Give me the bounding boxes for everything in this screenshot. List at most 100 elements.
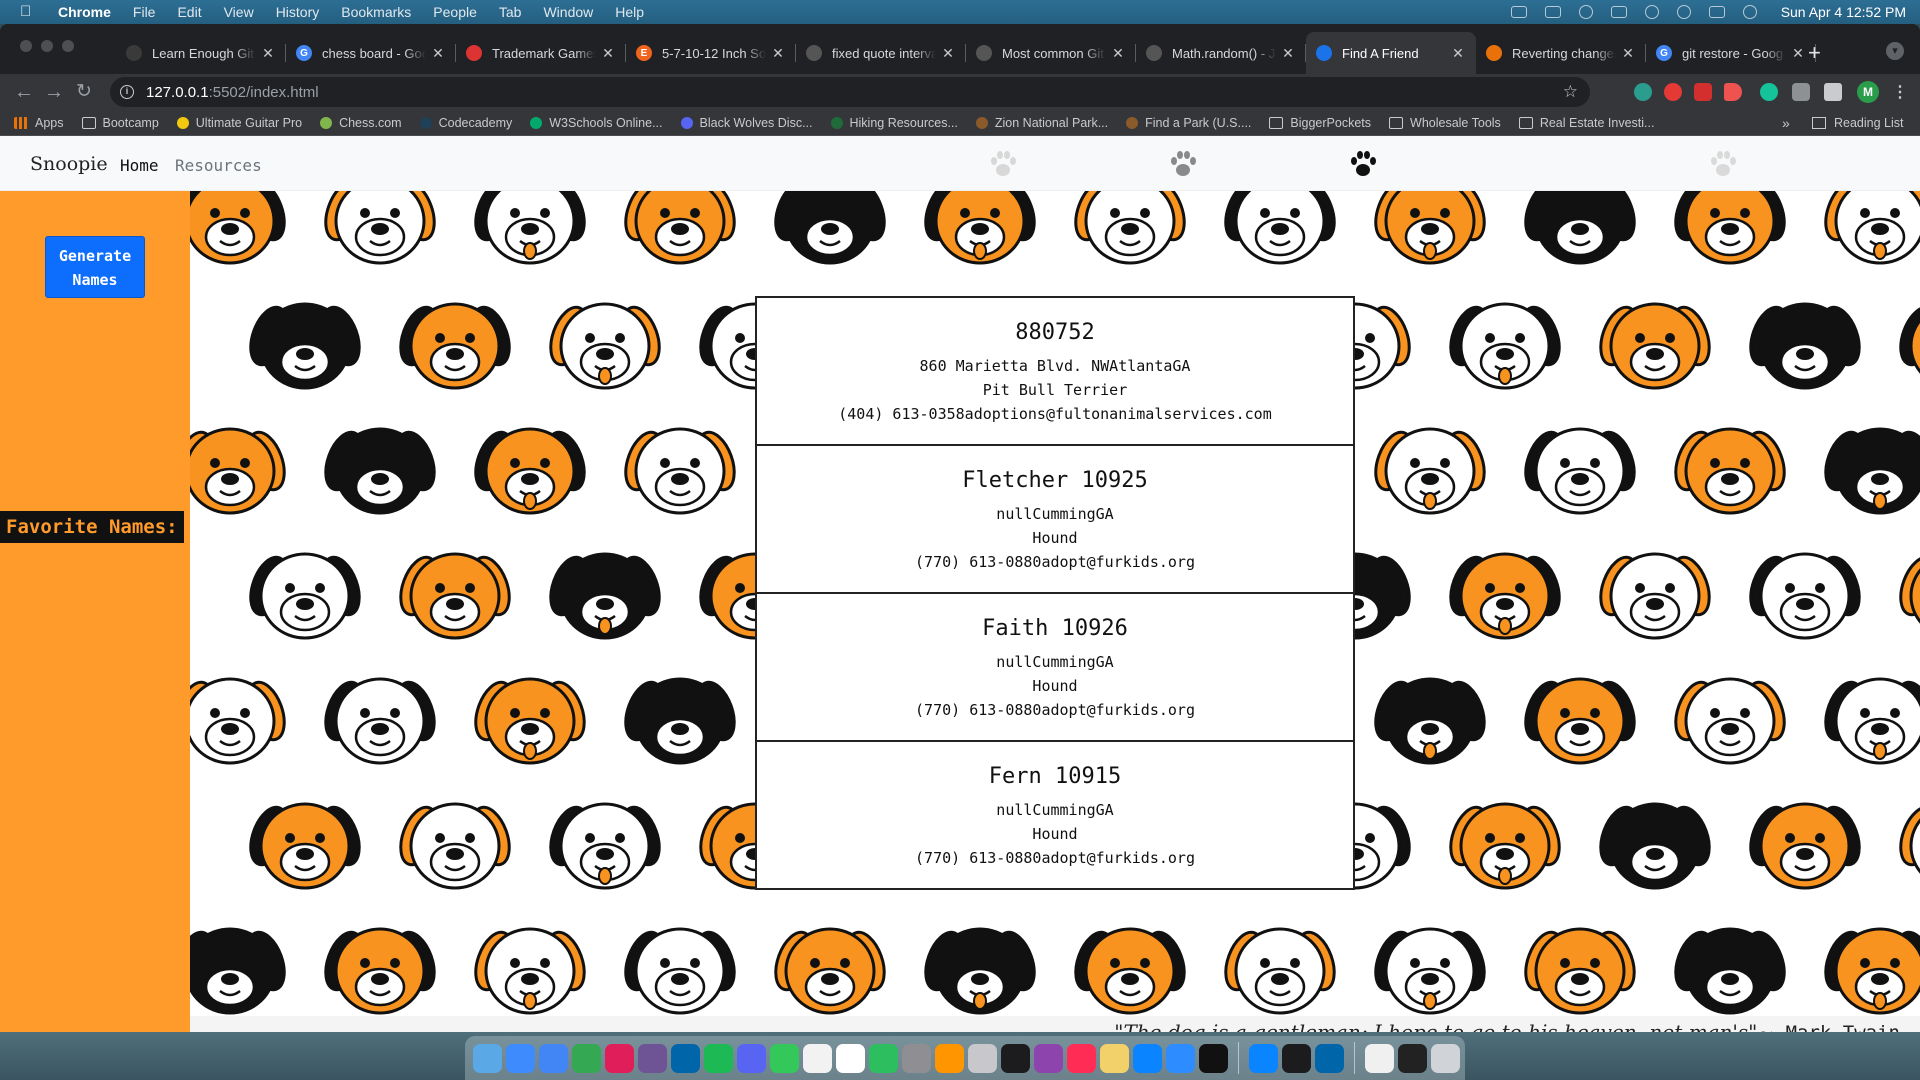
menu-history[interactable]: History — [276, 4, 320, 20]
close-tab-icon[interactable]: ✕ — [1620, 45, 1636, 62]
dock-app-icon[interactable] — [770, 1043, 799, 1073]
menu-help[interactable]: Help — [615, 4, 644, 20]
pet-contact[interactable]: (770) 613-0880adopt@furkids.org — [757, 846, 1353, 870]
bookmark-item[interactable]: Apps — [14, 116, 64, 130]
profile-avatar[interactable]: M — [1857, 81, 1879, 103]
address-bar[interactable]: i 127.0.0.1:5502/index.html ☆ — [110, 77, 1590, 107]
browser-tab[interactable]: Gchess board - Goo ✕ — [286, 32, 456, 74]
spotlight-search-icon[interactable] — [1676, 5, 1691, 19]
camera-status-icon[interactable] — [1510, 6, 1527, 18]
minimize-window-button[interactable] — [41, 40, 53, 52]
siri-icon[interactable] — [1742, 5, 1757, 19]
close-tab-icon[interactable]: ✕ — [430, 45, 446, 62]
bookmark-item[interactable]: Chess.com — [320, 116, 402, 130]
back-arrow-icon[interactable]: ← — [14, 82, 34, 102]
generate-names-button[interactable]: Generate Names — [45, 236, 145, 298]
play-status-icon[interactable] — [1578, 5, 1593, 19]
dock-app-icon[interactable] — [869, 1043, 898, 1073]
browser-tab[interactable]: Most common Git ✕ — [966, 32, 1136, 74]
dock-app-icon[interactable] — [506, 1043, 535, 1073]
address-url[interactable]: 127.0.0.1:5502/index.html — [146, 84, 319, 101]
extension-screenshot-icon[interactable] — [1792, 83, 1810, 101]
close-tab-icon[interactable]: ✕ — [600, 45, 616, 62]
bookmark-item[interactable]: Black Wolves Disc... — [680, 116, 813, 130]
chrome-menu-icon[interactable]: ⋮ — [1892, 82, 1908, 102]
close-tab-icon[interactable]: ✕ — [770, 45, 786, 62]
dock-app-icon[interactable] — [1034, 1043, 1063, 1073]
bookmark-star-icon[interactable]: ☆ — [1563, 82, 1578, 102]
minimized-window-icon[interactable] — [1398, 1043, 1427, 1073]
menu-window[interactable]: Window — [543, 4, 593, 20]
zoom-window-button[interactable] — [62, 40, 74, 52]
dock-app-icon[interactable] — [572, 1043, 601, 1073]
trash-icon[interactable] — [1431, 1043, 1460, 1073]
browser-tab[interactable]: Find A Friend ✕ — [1306, 32, 1476, 74]
pet-contact[interactable]: (404) 613-0358adoptions@fultonanimalserv… — [757, 402, 1353, 426]
close-window-button[interactable] — [20, 40, 32, 52]
menu-file[interactable]: File — [133, 4, 156, 20]
dock-app-icon[interactable] — [836, 1043, 865, 1073]
dock-app-icon[interactable] — [737, 1043, 766, 1073]
browser-tab[interactable]: Learn Enough Git to✕ — [116, 32, 286, 74]
dock-app-icon[interactable] — [902, 1043, 931, 1073]
dock-app-icon[interactable] — [935, 1043, 964, 1073]
close-tab-icon[interactable]: ✕ — [940, 45, 956, 62]
extension-todoist-icon[interactable] — [1694, 83, 1712, 101]
browser-tab[interactable]: Reverting changes ✕ — [1476, 32, 1646, 74]
browser-tab[interactable]: E 5-7-10-12 Inch Sol ✕ — [626, 32, 796, 74]
browser-tab[interactable]: fixed quote interva ✕ — [796, 32, 966, 74]
close-tab-icon[interactable]: ✕ — [1450, 45, 1466, 62]
menu-view[interactable]: View — [224, 4, 254, 20]
close-tab-icon[interactable]: ✕ — [260, 45, 276, 62]
dock-app-icon[interactable] — [1315, 1043, 1344, 1073]
apple-icon[interactable]:  — [20, 4, 36, 20]
menu-edit[interactable]: Edit — [177, 4, 201, 20]
dock-app-icon[interactable] — [968, 1043, 997, 1073]
dock-app-icon[interactable] — [638, 1043, 667, 1073]
document-stack-icon[interactable] — [1365, 1043, 1394, 1073]
nav-resources-link[interactable]: Resources — [175, 156, 262, 175]
menubar-clock[interactable]: Sun Apr 4 12:52 PM — [1781, 4, 1906, 20]
menu-tab[interactable]: Tab — [499, 4, 522, 20]
dock-app-icon[interactable] — [1100, 1043, 1129, 1073]
bookmark-item[interactable]: Find a Park (U.S.... — [1126, 116, 1251, 130]
dock-app-icon[interactable] — [605, 1043, 634, 1073]
battery-icon[interactable] — [1610, 6, 1627, 18]
wifi-icon[interactable] — [1644, 5, 1659, 19]
bookmark-item[interactable]: Bootcamp — [81, 116, 159, 130]
bookmark-item[interactable]: Wholesale Tools — [1389, 116, 1501, 130]
bookmark-item[interactable]: BiggerPockets — [1269, 116, 1371, 130]
reload-icon[interactable]: ↻ — [76, 82, 92, 102]
dock-app-icon[interactable] — [1067, 1043, 1096, 1073]
dock-app-icon[interactable] — [704, 1043, 733, 1073]
browser-tab[interactable]: Math.random() - Ja ✕ — [1136, 32, 1306, 74]
nav-home-link[interactable]: Home — [120, 156, 159, 175]
extension-grammarly-icon[interactable] — [1760, 83, 1778, 101]
bookmark-item[interactable]: W3Schools Online... — [530, 116, 663, 130]
bookmark-item[interactable]: Real Estate Investi... — [1518, 116, 1654, 130]
dock-app-icon[interactable] — [473, 1043, 502, 1073]
reading-list-button[interactable]: Reading List — [1812, 116, 1904, 130]
bookmark-item[interactable]: Codecademy — [419, 116, 512, 130]
dock-app-icon[interactable] — [803, 1043, 832, 1073]
menu-app-name[interactable]: Chrome — [58, 4, 111, 20]
extension-grammarly-badge-icon[interactable] — [1634, 83, 1652, 101]
site-brand[interactable]: Snoopie — [30, 153, 108, 175]
close-tab-icon[interactable]: ✕ — [1790, 45, 1806, 62]
dock-app-icon[interactable] — [1001, 1043, 1030, 1073]
browser-tab[interactable]: Ggit restore - Goog ✕ — [1646, 32, 1816, 74]
dock-app-icon[interactable] — [539, 1043, 568, 1073]
dock-app-icon[interactable] — [1166, 1043, 1195, 1073]
bookmark-item[interactable]: Ultimate Guitar Pro — [176, 116, 302, 130]
dock-app-icon[interactable] — [1249, 1043, 1278, 1073]
extensions-puzzle-icon[interactable] — [1824, 83, 1842, 101]
dock-app-icon[interactable] — [1282, 1043, 1311, 1073]
dock-app-icon[interactable] — [1199, 1043, 1228, 1073]
tab-search-icon[interactable]: ▾ — [1886, 42, 1904, 60]
new-tab-button[interactable]: + — [1808, 42, 1821, 64]
forward-arrow-icon[interactable]: → — [44, 82, 64, 102]
dock-app-icon[interactable] — [1133, 1043, 1162, 1073]
dock-app-icon[interactable] — [671, 1043, 700, 1073]
menu-people[interactable]: People — [433, 4, 477, 20]
extension-screencast-icon[interactable] — [1724, 83, 1742, 101]
